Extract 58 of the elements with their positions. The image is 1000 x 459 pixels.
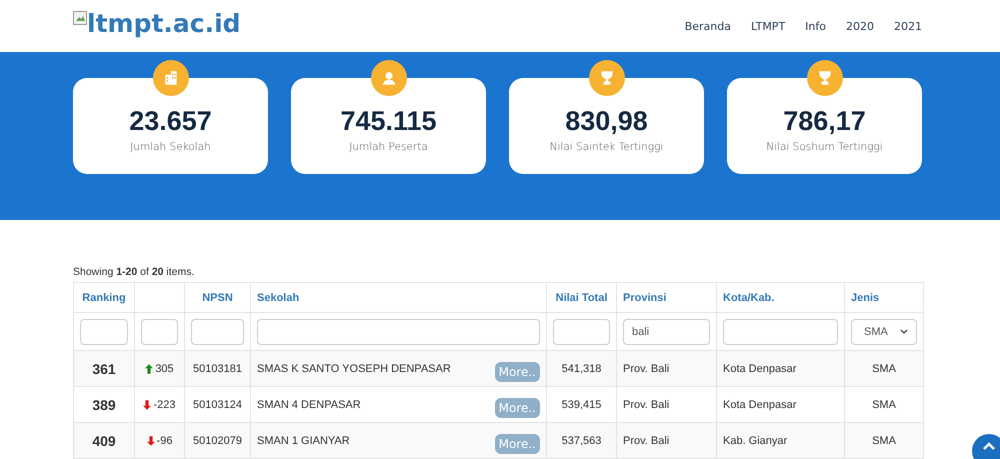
filter-field[interactable]: bali: [623, 318, 710, 344]
filter-select[interactable]: SMA: [851, 318, 917, 344]
rank-value: 389: [92, 396, 116, 412]
table-cell: Kab. Gianyar: [723, 434, 788, 446]
chevron-up-icon: [983, 442, 995, 450]
table-cell: SMA: [872, 362, 896, 374]
table-cell: Kota Denpasar: [723, 362, 796, 374]
column-header[interactable]: Sekolah: [257, 292, 300, 304]
stat-value: 830,98: [565, 106, 648, 136]
table-cell: 50103181: [193, 362, 242, 374]
column-header[interactable]: NPSN: [202, 292, 233, 304]
filter-field[interactable]: [80, 318, 128, 344]
stat-value: 745.115: [340, 106, 437, 136]
stat-label: Nilai Saintek Tertinggi: [550, 141, 664, 153]
table-cell: Prov. Bali: [623, 398, 670, 410]
rank-change: -223: [153, 398, 176, 410]
results-summary: Showing 1-20 of 20 items.: [73, 265, 196, 280]
broken-image-icon: [73, 10, 87, 24]
filter-field[interactable]: [723, 318, 838, 344]
column-header[interactable]: Kota/Kab.: [723, 292, 774, 304]
stat-value: 23.657: [129, 106, 212, 136]
rank-value: 361: [92, 360, 116, 376]
stat-label: Nilai Soshum Tertinggi: [766, 141, 883, 153]
table-cell: Prov. Bali: [623, 434, 670, 446]
rank-value: 409: [92, 432, 116, 448]
nav-link[interactable]: LTMPT: [750, 20, 786, 32]
table-cell: Prov. Bali: [623, 362, 670, 374]
filter-field[interactable]: [553, 318, 610, 344]
table-cell: SMA: [872, 398, 896, 410]
table-cell: 539,415: [562, 398, 602, 410]
table-cell: 50102079: [193, 434, 242, 446]
filter-field[interactable]: [141, 318, 178, 344]
table-cell: 541,318: [562, 362, 602, 374]
logo-text[interactable]: ltmpt.ac.id: [87, 8, 241, 38]
filter-field[interactable]: [191, 318, 244, 344]
column-header[interactable]: Provinsi: [623, 292, 666, 304]
down-arrow-icon: [146, 436, 155, 446]
caret-icon: [900, 328, 908, 334]
school-name: SMAS K SANTO YOSEPH DENPASAR: [257, 362, 451, 374]
school-name: SMAN 4 DENPASAR: [257, 398, 361, 410]
table-cell: SMA: [872, 434, 896, 446]
table-cell: 537,563: [562, 434, 602, 446]
nav-link[interactable]: 2020: [846, 20, 874, 32]
school-name: SMAN 1 GIANYAR: [257, 434, 350, 446]
table-cell: Kota Denpasar: [723, 398, 796, 410]
stat-label: Jumlah Peserta: [349, 141, 428, 153]
nav-link[interactable]: Beranda: [684, 20, 731, 32]
down-arrow-icon: [143, 400, 152, 410]
filter-field[interactable]: [257, 318, 540, 344]
column-header[interactable]: Jenis: [851, 292, 880, 304]
rank-change: 305: [155, 362, 174, 374]
nav-link[interactable]: 2021: [894, 20, 922, 32]
up-arrow-icon: [145, 364, 154, 374]
table-cell: 50103124: [193, 398, 242, 410]
stat-label: Jumlah Sekolah: [130, 141, 211, 153]
stat-value: 786,17: [783, 106, 866, 136]
rank-change: -96: [156, 434, 172, 446]
nav-link[interactable]: Info: [805, 20, 826, 32]
